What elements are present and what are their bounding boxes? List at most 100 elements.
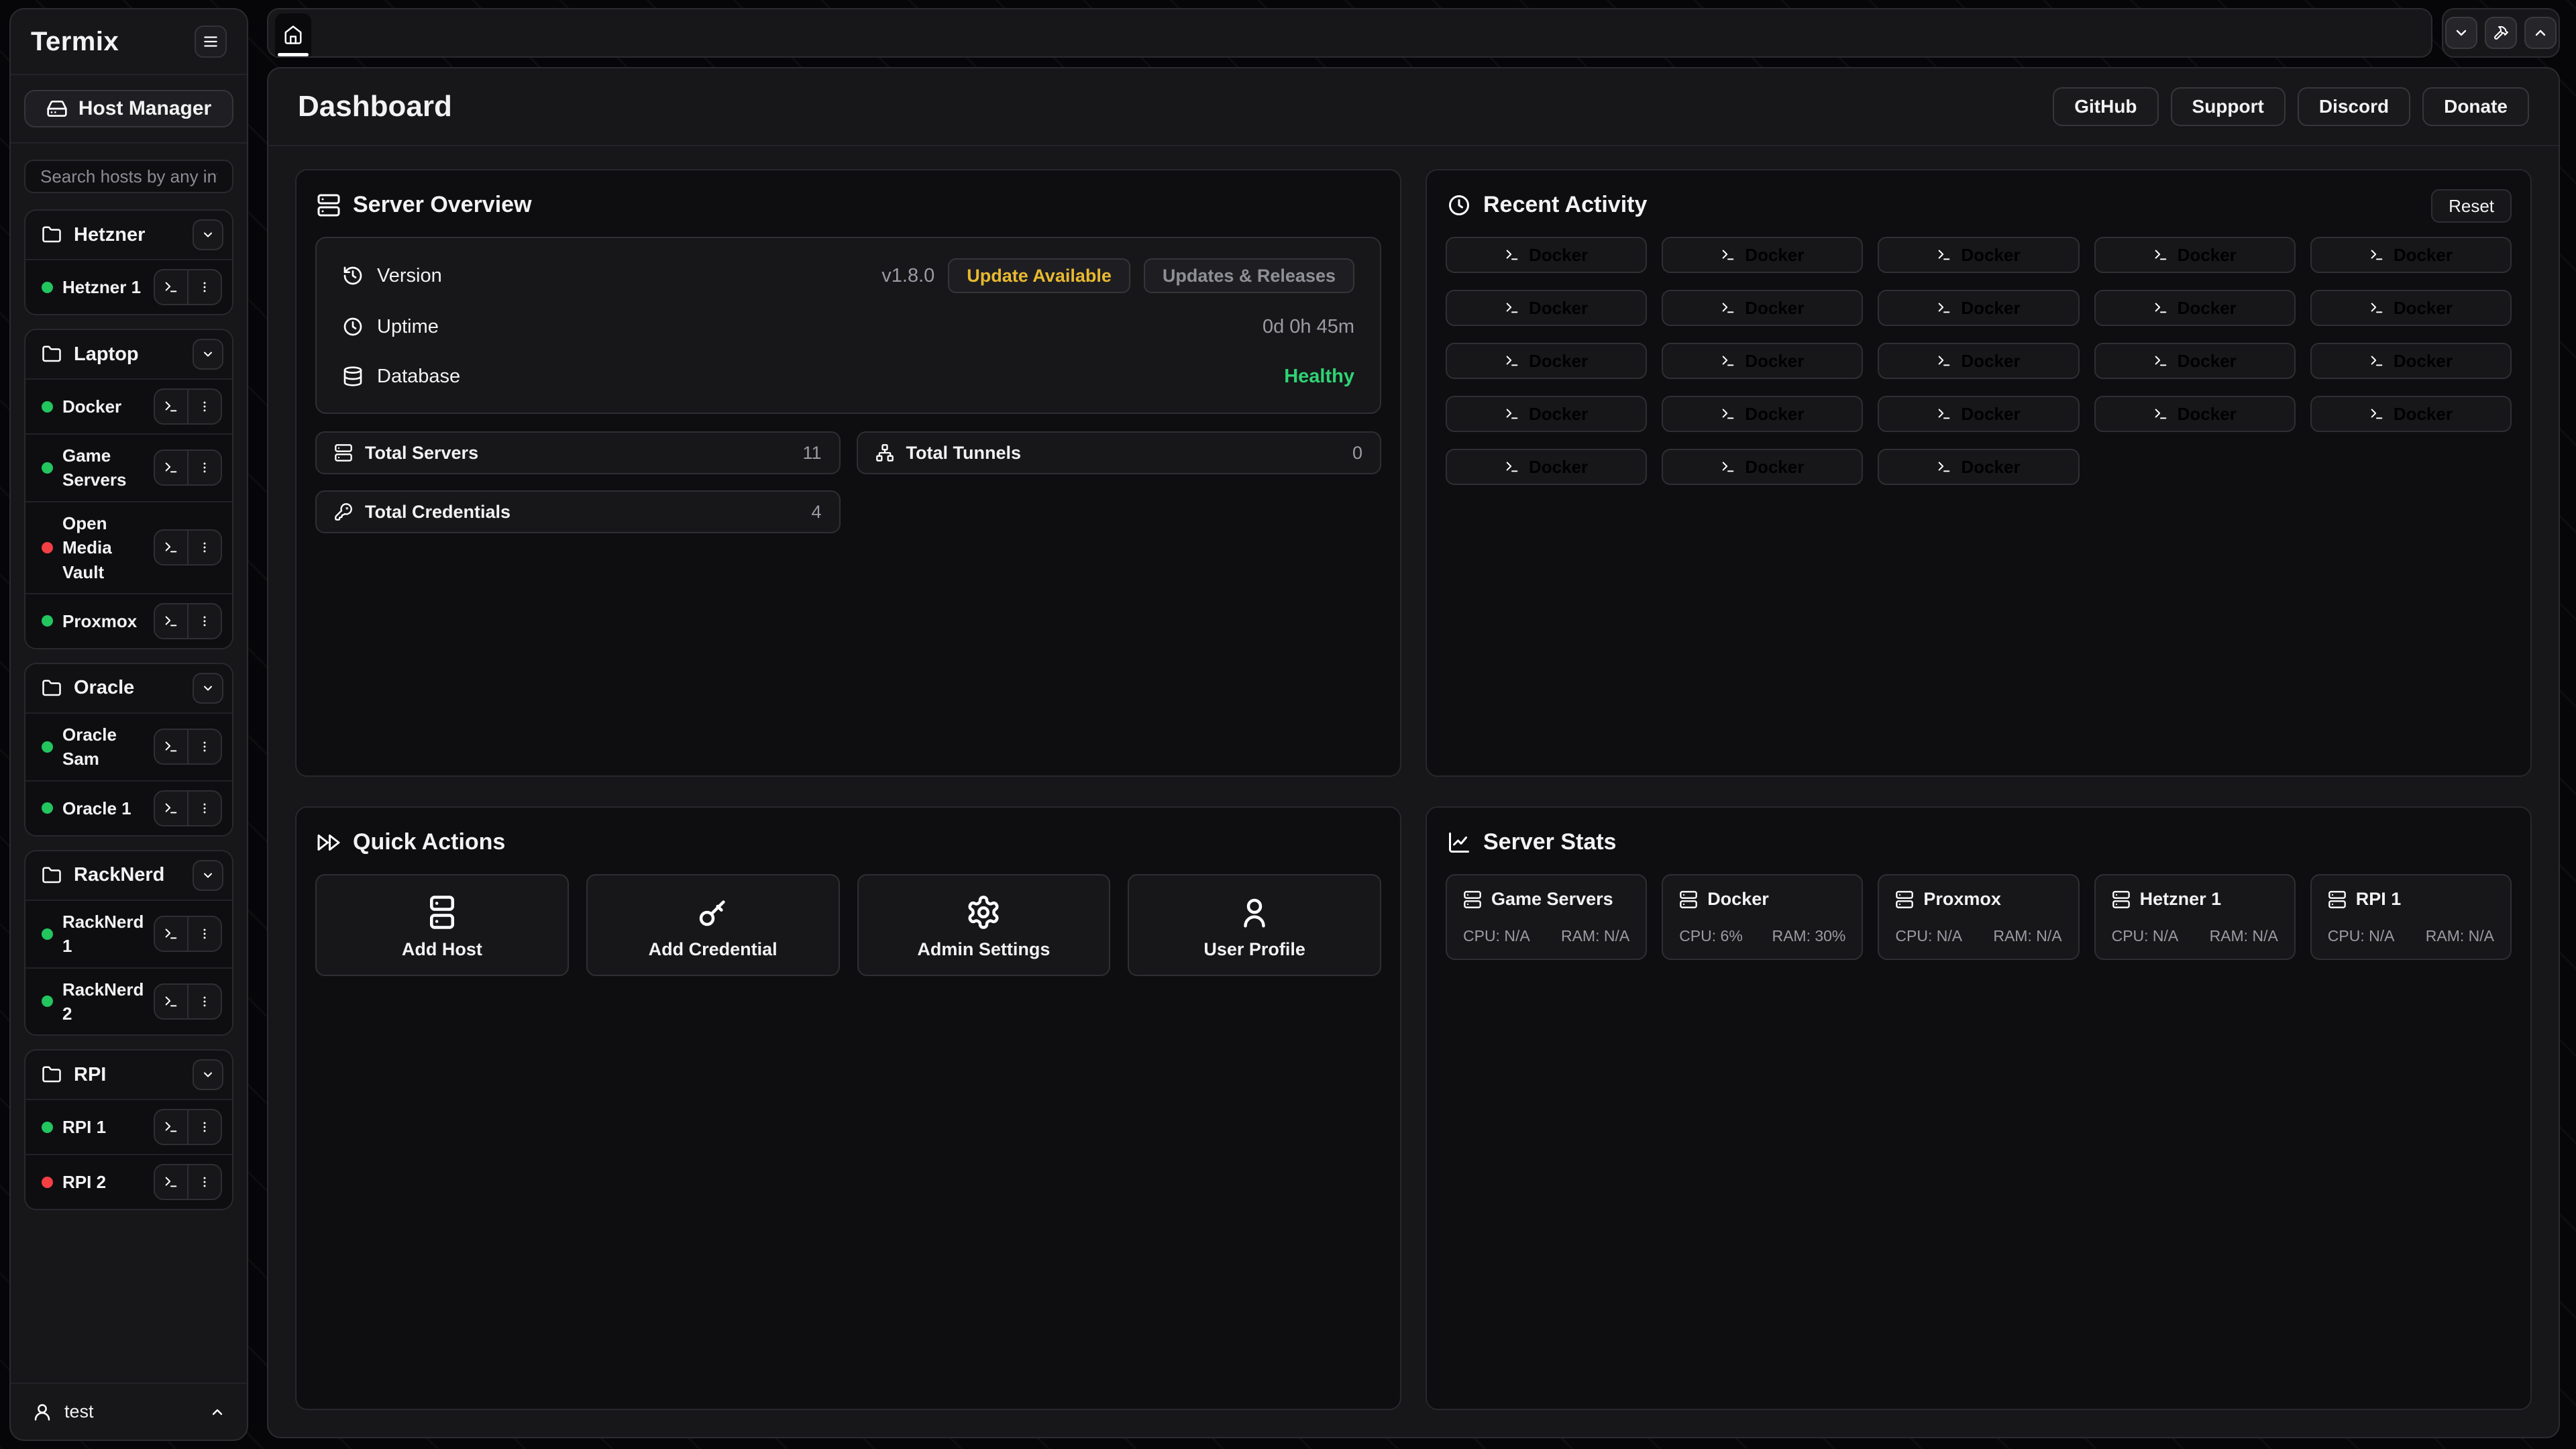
- tools-button[interactable]: [2485, 17, 2517, 49]
- activity-item[interactable]: Docker: [2094, 237, 2296, 273]
- host-row[interactable]: RackNerd 2: [25, 967, 232, 1035]
- group-collapse-button[interactable]: [193, 219, 223, 250]
- host-row[interactable]: Hetzner 1: [25, 259, 232, 314]
- host-group-header[interactable]: RackNerd: [25, 851, 232, 900]
- add-credential-card[interactable]: Add Credential: [586, 874, 840, 976]
- status-dot: [42, 462, 53, 474]
- add-host-card[interactable]: Add Host: [315, 874, 569, 976]
- group-collapse-button[interactable]: [193, 1059, 223, 1090]
- activity-item[interactable]: Docker: [1446, 237, 1647, 273]
- open-terminal-button[interactable]: [155, 1110, 187, 1144]
- activity-item[interactable]: Docker: [1662, 290, 1863, 326]
- host-menu-button[interactable]: [187, 390, 221, 423]
- quick-actions-grid: Add Host Add Credential Admin Settings: [315, 874, 1381, 976]
- activity-item[interactable]: Docker: [1878, 237, 2079, 273]
- group-collapse-button[interactable]: [193, 339, 223, 370]
- host-menu-button[interactable]: [187, 985, 221, 1018]
- host-row[interactable]: Open Media Vault: [25, 501, 232, 593]
- host-menu-button[interactable]: [187, 604, 221, 638]
- terminal-icon: [1937, 301, 1951, 315]
- discord-button[interactable]: Discord: [2298, 87, 2410, 126]
- host-row[interactable]: RackNerd 1: [25, 900, 232, 967]
- expand-button[interactable]: [2524, 17, 2557, 49]
- open-terminal-button[interactable]: [155, 451, 187, 484]
- activity-item[interactable]: Docker: [1878, 396, 2079, 432]
- open-terminal-button[interactable]: [155, 730, 187, 763]
- group-collapse-button[interactable]: [193, 860, 223, 891]
- activity-item[interactable]: Docker: [1662, 237, 1863, 273]
- donate-button[interactable]: Donate: [2422, 87, 2529, 126]
- host-action-group: [154, 1164, 222, 1200]
- open-terminal-button[interactable]: [155, 917, 187, 951]
- host-group-header[interactable]: RPI: [25, 1051, 232, 1099]
- activity-item[interactable]: Docker: [1446, 343, 1647, 379]
- activity-item[interactable]: Docker: [2310, 237, 2512, 273]
- terminal-icon: [164, 926, 178, 941]
- activity-item[interactable]: Docker: [2310, 396, 2512, 432]
- github-button[interactable]: GitHub: [2053, 87, 2158, 126]
- activity-item[interactable]: Docker: [1662, 449, 1863, 485]
- activity-item[interactable]: Docker: [2094, 343, 2296, 379]
- tab-home[interactable]: [275, 13, 311, 56]
- activity-item[interactable]: Docker: [1878, 343, 2079, 379]
- host-group-header[interactable]: Laptop: [25, 330, 232, 378]
- activity-item[interactable]: Docker: [2094, 290, 2296, 326]
- open-terminal-button[interactable]: [155, 985, 187, 1018]
- user-profile-card[interactable]: User Profile: [1128, 874, 1381, 976]
- activity-label: Docker: [1529, 298, 1588, 319]
- activity-item[interactable]: Docker: [1878, 449, 2079, 485]
- activity-item[interactable]: Docker: [1878, 290, 2079, 326]
- open-terminal-button[interactable]: [155, 531, 187, 564]
- open-terminal-button[interactable]: [155, 1165, 187, 1199]
- server-stat-card: Game Servers CPU: N/A RAM: N/A: [1446, 874, 1647, 960]
- host-menu-button[interactable]: [187, 531, 221, 564]
- open-terminal-button[interactable]: [155, 390, 187, 423]
- host-row[interactable]: Game Servers: [25, 433, 232, 501]
- host-group-header[interactable]: Oracle: [25, 664, 232, 712]
- host-menu-button[interactable]: [187, 730, 221, 763]
- activity-item[interactable]: Docker: [1662, 343, 1863, 379]
- host-name: Open Media Vault: [62, 511, 144, 584]
- host-menu-button[interactable]: [187, 792, 221, 825]
- host-row[interactable]: Oracle Sam: [25, 712, 232, 780]
- activity-item[interactable]: Docker: [2310, 343, 2512, 379]
- group-collapse-button[interactable]: [193, 673, 223, 704]
- kebab-menu-icon: [198, 927, 211, 941]
- support-button[interactable]: Support: [2171, 87, 2286, 126]
- activity-item[interactable]: Docker: [1446, 449, 1647, 485]
- host-row[interactable]: RPI 1: [25, 1099, 232, 1154]
- user-menu[interactable]: test: [11, 1383, 247, 1440]
- reset-button[interactable]: Reset: [2431, 189, 2512, 223]
- host-menu-button[interactable]: [187, 917, 221, 951]
- search-input[interactable]: [24, 160, 233, 193]
- updates-releases-button[interactable]: Updates & Releases: [1144, 258, 1354, 293]
- open-terminal-button[interactable]: [155, 604, 187, 638]
- host-row[interactable]: Oracle 1: [25, 780, 232, 835]
- update-available-badge[interactable]: Update Available: [948, 258, 1130, 293]
- host-menu-button[interactable]: [187, 1165, 221, 1199]
- kebab-menu-icon: [198, 461, 211, 474]
- activity-item[interactable]: Docker: [1446, 290, 1647, 326]
- active-tab-indicator: [278, 53, 309, 56]
- open-terminal-button[interactable]: [155, 792, 187, 825]
- host-menu-button[interactable]: [187, 270, 221, 304]
- host-row[interactable]: Docker: [25, 378, 232, 433]
- collapse-button[interactable]: [2445, 17, 2477, 49]
- menu-button[interactable]: [195, 25, 227, 58]
- server-icon: [424, 894, 460, 930]
- host-row[interactable]: RPI 2: [25, 1154, 232, 1209]
- activity-item[interactable]: Docker: [2310, 290, 2512, 326]
- activity-item[interactable]: Docker: [2094, 396, 2296, 432]
- host-row[interactable]: Proxmox: [25, 593, 232, 648]
- host-group-header[interactable]: Hetzner: [25, 211, 232, 259]
- host-menu-button[interactable]: [187, 451, 221, 484]
- activity-item[interactable]: Docker: [1446, 396, 1647, 432]
- activity-item[interactable]: Docker: [1662, 396, 1863, 432]
- open-terminal-button[interactable]: [155, 270, 187, 304]
- host-menu-button[interactable]: [187, 1110, 221, 1144]
- server-stat-name-row: Hetzner 1: [2112, 889, 2278, 910]
- admin-settings-card[interactable]: Admin Settings: [857, 874, 1111, 976]
- fast-forward-icon: [317, 830, 341, 855]
- host-action-group: [154, 1109, 222, 1145]
- host-manager-button[interactable]: Host Manager: [24, 90, 233, 127]
